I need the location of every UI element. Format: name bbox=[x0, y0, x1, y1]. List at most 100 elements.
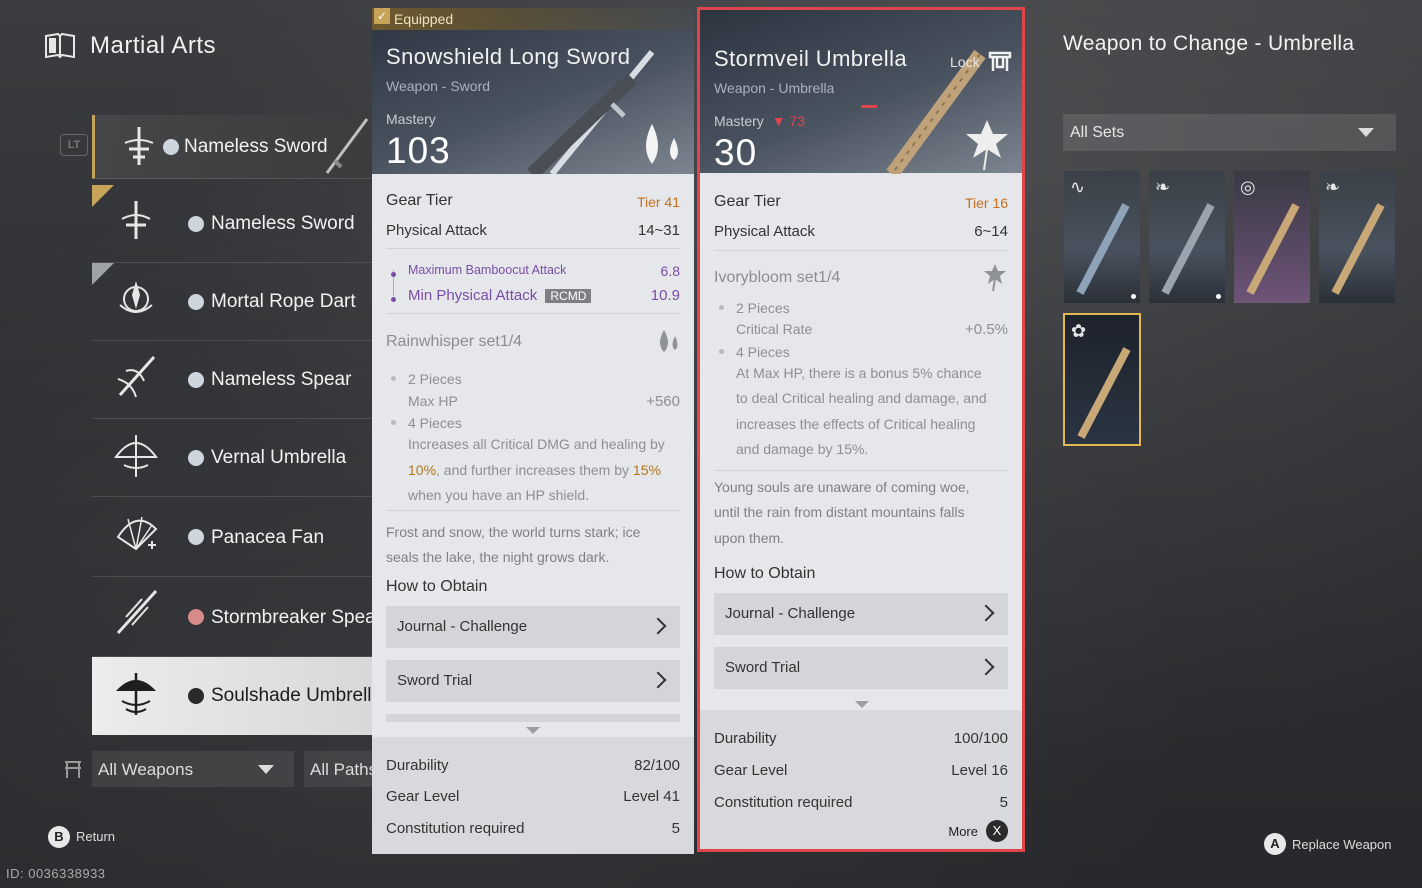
gear-level-label: Gear Level bbox=[386, 788, 460, 805]
feather-icon: ❧ bbox=[1325, 177, 1341, 197]
set-4p-line3: increases the effects of Critical healin… bbox=[736, 416, 976, 432]
obtain-journal-challenge-button[interactable]: Journal - Challenge bbox=[714, 593, 1008, 635]
divider bbox=[386, 510, 680, 511]
obtain-sword-trial-button[interactable]: Sword Trial bbox=[386, 660, 680, 702]
weapon-thumb-5-selected[interactable]: ✿ bbox=[1063, 313, 1141, 446]
bonus-min-physical-value: 10.9 bbox=[650, 287, 680, 304]
card-header: Stormveil Umbrella Weapon - Umbrella Mas… bbox=[700, 10, 1022, 174]
lt-trigger-hint[interactable]: LT bbox=[60, 134, 88, 156]
set-2p-stat: Critical Rate +0.5% bbox=[736, 317, 1008, 343]
a-button-icon[interactable]: A bbox=[1264, 833, 1286, 855]
weapon-thumb-3[interactable]: ◎ bbox=[1234, 171, 1310, 303]
umbrella-thumb-icon bbox=[1077, 347, 1131, 439]
bullet bbox=[391, 420, 396, 425]
bullet bbox=[719, 349, 724, 354]
weapon-thumb-1[interactable]: ∿ bbox=[1064, 171, 1140, 303]
replace-weapon-label[interactable]: Replace Weapon bbox=[1292, 837, 1392, 852]
weapon-row-nameless-spear[interactable]: Nameless Spear bbox=[92, 341, 372, 419]
recommended-tag: RCMD bbox=[545, 289, 592, 303]
weapon-thumb-4[interactable]: ❧ bbox=[1319, 171, 1395, 303]
gear-level-label: Gear Level bbox=[714, 762, 788, 779]
set-2p-stat-name: Critical Rate bbox=[736, 321, 813, 337]
check-tag-icon bbox=[92, 263, 114, 285]
book-icon bbox=[45, 32, 75, 59]
physical-attack-row: Physical Attack 14~31 bbox=[386, 222, 680, 239]
card-footer: Durability 100/100 Gear Level Level 16 C… bbox=[700, 710, 1022, 849]
weapon-row-nameless-sword-2[interactable]: Nameless Sword bbox=[92, 185, 372, 263]
bonus-bamboocut-label: Maximum Bamboocut Attack bbox=[408, 263, 567, 277]
weapon-row-soulshade-umbrella[interactable]: Soulshade Umbrella bbox=[92, 657, 382, 735]
compare-weapon-card: Stormveil Umbrella Weapon - Umbrella Mas… bbox=[697, 7, 1025, 852]
constitution-row: Constitution required 5 bbox=[714, 794, 1008, 811]
mastery-label: Mastery bbox=[386, 111, 436, 127]
mastery-diff: 73 bbox=[789, 113, 806, 129]
path-eye-icon bbox=[188, 450, 204, 466]
weapon-row-stormbreaker-spear[interactable]: Stormbreaker Spear bbox=[92, 577, 382, 657]
divider bbox=[386, 313, 680, 314]
umbrella-emblem-icon bbox=[116, 673, 156, 715]
mastery-value: 30 bbox=[714, 132, 758, 173]
set-2p-stat-name: Max HP bbox=[408, 393, 458, 409]
weapon-row-nameless-sword-1[interactable]: Nameless Sword bbox=[92, 115, 372, 179]
bonus-bamboocut-value: 6.8 bbox=[660, 263, 680, 279]
sets-filter-dropdown[interactable]: All Sets bbox=[1063, 114, 1396, 151]
feather-icon: ❧ bbox=[1155, 177, 1171, 197]
weapon-thumb-2[interactable]: ❧ bbox=[1149, 171, 1225, 303]
gear-tier-value: Tier 16 bbox=[964, 195, 1008, 211]
sword-emblem-icon bbox=[121, 201, 151, 239]
bonus-bamboocut-row: Maximum Bamboocut Attack 6.8 bbox=[408, 263, 680, 279]
scroll-down-icon[interactable] bbox=[526, 727, 540, 734]
divider bbox=[714, 250, 1008, 251]
flavor-line-2: until the rain from distant mountains fa… bbox=[714, 504, 965, 520]
weapon-label: Stormbreaker Spear bbox=[211, 607, 383, 628]
divider bbox=[386, 248, 680, 249]
umbrella-thumb-icon bbox=[1331, 203, 1385, 295]
lock-label[interactable]: Lock bbox=[950, 54, 980, 70]
lock-icon[interactable] bbox=[988, 49, 1012, 73]
water-drop-icon bbox=[646, 124, 678, 164]
equipped-tag-icon bbox=[92, 185, 114, 207]
flower-icon bbox=[966, 120, 1008, 171]
gear-tier-value: Tier 41 bbox=[636, 194, 680, 210]
how-to-obtain-title: How to Obtain bbox=[386, 578, 488, 595]
more-label[interactable]: More bbox=[948, 824, 978, 839]
weapon-filter-dropdown[interactable]: All Weapons bbox=[92, 751, 294, 787]
scroll-down-icon[interactable] bbox=[855, 701, 869, 708]
player-id: ID: 0036338933 bbox=[6, 866, 106, 881]
return-label[interactable]: Return bbox=[76, 829, 115, 844]
flower-set-icon bbox=[984, 264, 1006, 292]
durability-row: Durability 82/100 bbox=[386, 757, 680, 774]
set-4p-mid: , and further increases them by bbox=[436, 462, 630, 478]
how-to-obtain-title: How to Obtain bbox=[714, 565, 816, 582]
sword-thumb-icon bbox=[325, 118, 369, 174]
obtain-label: Sword Trial bbox=[397, 672, 473, 689]
obtain-sword-trial-button[interactable]: Sword Trial bbox=[714, 647, 1008, 689]
gear-tier-row: Gear Tier Tier 41 bbox=[386, 192, 680, 210]
obtain-journal-challenge-button[interactable]: Journal - Challenge bbox=[386, 606, 680, 648]
chevron-right-icon bbox=[649, 671, 667, 689]
path-filter-dropdown[interactable]: All Paths bbox=[304, 751, 372, 787]
obtain-label: Journal - Challenge bbox=[725, 605, 856, 622]
x-button-icon[interactable]: X bbox=[986, 820, 1008, 842]
weapon-row-vernal-umbrella[interactable]: Vernal Umbrella bbox=[92, 419, 372, 497]
weapon-subtype: Weapon - Sword bbox=[386, 78, 491, 94]
weapon-row-panacea-fan[interactable]: Panacea Fan bbox=[92, 497, 372, 577]
fan-emblem-icon bbox=[116, 516, 158, 551]
red-dash-marker bbox=[861, 105, 877, 108]
sets-filter-value: All Sets bbox=[1070, 124, 1125, 141]
rope-dart-emblem-icon bbox=[119, 281, 153, 313]
path-leaf-icon bbox=[188, 529, 204, 545]
card-header: Snowshield Long Sword Weapon - Sword Mas… bbox=[372, 8, 694, 174]
set-4p-pct2: 15% bbox=[632, 462, 661, 478]
gear-level-row: Gear Level Level 41 bbox=[386, 788, 680, 805]
flower-icon: ✿ bbox=[1071, 321, 1087, 341]
physical-attack-value: 6~14 bbox=[974, 223, 1008, 240]
weapon-label: Vernal Umbrella bbox=[211, 447, 347, 468]
weapon-row-mortal-rope-dart[interactable]: Mortal Rope Dart bbox=[92, 263, 372, 341]
b-button-icon[interactable]: B bbox=[48, 826, 70, 848]
weapon-name: Stormveil Umbrella bbox=[714, 46, 908, 71]
gear-tier-row: Gear Tier Tier 16 bbox=[714, 193, 1008, 211]
card-footer: Durability 82/100 Gear Level Level 41 Co… bbox=[372, 737, 694, 854]
set-4p-line2: to deal Critical healing and damage, and bbox=[736, 390, 987, 406]
obtain-more-button[interactable] bbox=[386, 714, 680, 722]
